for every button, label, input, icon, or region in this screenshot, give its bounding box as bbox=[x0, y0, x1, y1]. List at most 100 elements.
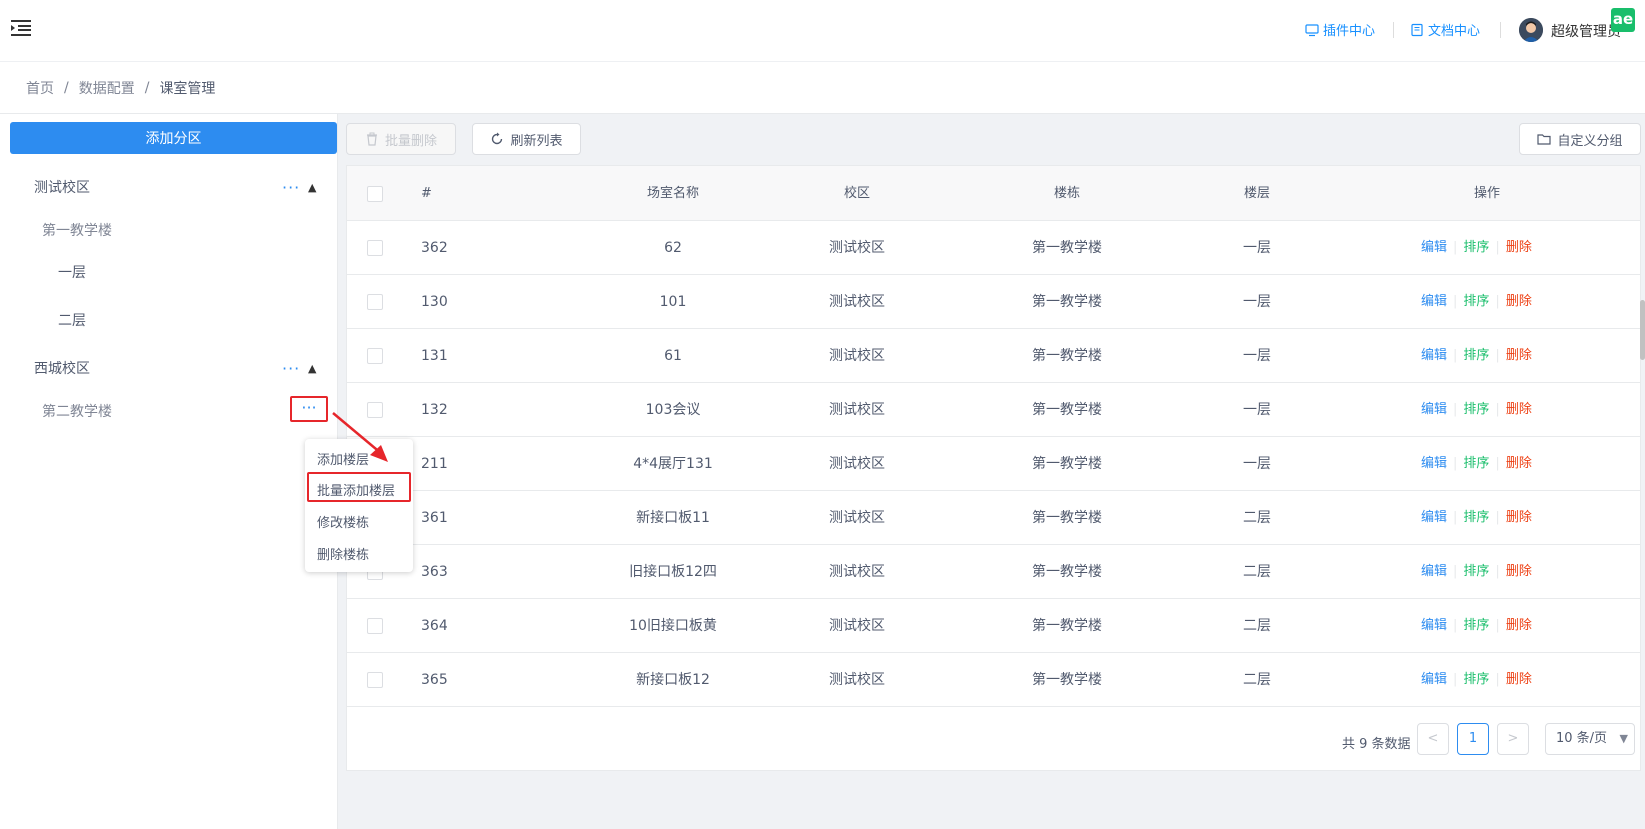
tree-node-campus[interactable]: 测试校区 ··· ▲ bbox=[0, 171, 338, 203]
action-divider: | bbox=[1453, 564, 1458, 579]
building-actions-dropdown: 添加楼层 批量添加楼层 修改楼栋 删除楼栋 bbox=[305, 439, 413, 572]
sort-link[interactable]: 排序 bbox=[1463, 348, 1489, 363]
page-size-select[interactable]: 10 条/页 ▼ bbox=[1545, 723, 1635, 755]
corner-badge[interactable]: ae bbox=[1611, 8, 1635, 32]
page-scrollbar[interactable] bbox=[1640, 300, 1645, 360]
edit-link[interactable]: 编辑 bbox=[1421, 456, 1447, 471]
dropdown-item-batch-add-floor[interactable]: 批量添加楼层 bbox=[317, 480, 395, 499]
doc-center-link[interactable]: 文档中心 bbox=[1410, 20, 1480, 39]
sort-link[interactable]: 排序 bbox=[1463, 564, 1489, 579]
sort-link[interactable]: 排序 bbox=[1463, 456, 1489, 471]
row-actions: 编辑 | 排序 | 删除 bbox=[1421, 491, 1532, 545]
row-checkbox[interactable] bbox=[367, 672, 383, 688]
column-header-campus: 校区 bbox=[843, 186, 870, 201]
tree-node-building[interactable]: 第二教学楼 ··· bbox=[0, 395, 338, 427]
cell-campus: 测试校区 bbox=[829, 618, 885, 634]
more-options-icon[interactable]: ··· bbox=[290, 396, 328, 422]
tree-node-floor[interactable]: 一层 bbox=[0, 256, 338, 288]
breadcrumb-separator: / bbox=[64, 79, 69, 96]
tree-node-campus[interactable]: 西城校区 ··· ▲ bbox=[0, 352, 338, 384]
row-checkbox[interactable] bbox=[367, 618, 383, 634]
breadcrumb-data-config[interactable]: 数据配置 bbox=[79, 78, 135, 98]
custom-group-button[interactable]: 自定义分组 bbox=[1519, 123, 1641, 155]
tree-node-building[interactable]: 第一教学楼 bbox=[0, 214, 338, 246]
dropdown-item-delete-building[interactable]: 删除楼栋 bbox=[317, 544, 369, 563]
cell-name: 4*4展厅131 bbox=[633, 456, 713, 472]
sort-link[interactable]: 排序 bbox=[1463, 618, 1489, 633]
cell-name: 61 bbox=[664, 348, 682, 364]
cell-campus: 测试校区 bbox=[829, 564, 885, 580]
edit-link[interactable]: 编辑 bbox=[1421, 672, 1447, 687]
edit-link[interactable]: 编辑 bbox=[1421, 564, 1447, 579]
cell-floor: 二层 bbox=[1243, 618, 1271, 634]
avatar[interactable] bbox=[1519, 18, 1543, 42]
more-options-icon[interactable]: ··· bbox=[282, 359, 300, 378]
add-zone-button[interactable]: 添加分区 bbox=[10, 122, 337, 154]
sort-link[interactable]: 排序 bbox=[1463, 510, 1489, 525]
action-divider: | bbox=[1495, 564, 1500, 579]
action-divider: | bbox=[1495, 348, 1500, 363]
row-checkbox[interactable] bbox=[367, 348, 383, 364]
delete-link[interactable]: 删除 bbox=[1506, 456, 1532, 471]
delete-link[interactable]: 删除 bbox=[1506, 618, 1532, 633]
delete-link[interactable]: 删除 bbox=[1506, 510, 1532, 525]
edit-link[interactable]: 编辑 bbox=[1421, 510, 1447, 525]
menu-collapse-icon[interactable] bbox=[10, 17, 32, 39]
breadcrumb-current: 课室管理 bbox=[159, 80, 216, 97]
row-checkbox[interactable] bbox=[367, 402, 383, 418]
plugin-center-label: 插件中心 bbox=[1323, 24, 1376, 39]
sort-link[interactable]: 排序 bbox=[1463, 672, 1489, 687]
custom-group-label: 自定义分组 bbox=[1557, 133, 1623, 149]
delete-link[interactable]: 删除 bbox=[1506, 294, 1532, 309]
breadcrumb-home[interactable]: 首页 bbox=[26, 78, 54, 98]
cell-id: 131 bbox=[421, 348, 448, 364]
edit-link[interactable]: 编辑 bbox=[1421, 618, 1447, 633]
select-all-checkbox[interactable] bbox=[367, 186, 383, 202]
sort-link[interactable]: 排序 bbox=[1463, 240, 1489, 255]
edit-link[interactable]: 编辑 bbox=[1421, 348, 1447, 363]
monitor-icon bbox=[1305, 23, 1319, 36]
delete-link[interactable]: 删除 bbox=[1506, 348, 1532, 363]
table-header: # 场室名称 校区 楼栋 楼层 操作 bbox=[347, 166, 1640, 221]
edit-link[interactable]: 编辑 bbox=[1421, 294, 1447, 309]
sort-link[interactable]: 排序 bbox=[1463, 402, 1489, 417]
cell-building: 第一教学楼 bbox=[1032, 294, 1102, 310]
cell-id: 130 bbox=[421, 294, 448, 310]
cell-id: 364 bbox=[421, 618, 448, 634]
tree-node-floor[interactable]: 二层 bbox=[0, 304, 338, 336]
tree-node-label: 一层 bbox=[58, 265, 86, 281]
cell-campus: 测试校区 bbox=[829, 456, 885, 472]
page-number-button[interactable]: 1 bbox=[1457, 723, 1489, 755]
edit-link[interactable]: 编辑 bbox=[1421, 402, 1447, 417]
row-actions: 编辑 | 排序 | 删除 bbox=[1421, 383, 1532, 437]
edit-link[interactable]: 编辑 bbox=[1421, 240, 1447, 255]
refresh-list-button[interactable]: 刷新列表 bbox=[472, 123, 581, 155]
action-divider: | bbox=[1495, 456, 1500, 471]
sort-link[interactable]: 排序 bbox=[1463, 294, 1489, 309]
action-divider: | bbox=[1453, 402, 1458, 417]
dropdown-item-edit-building[interactable]: 修改楼栋 bbox=[317, 512, 369, 531]
chevron-up-icon[interactable]: ▲ bbox=[308, 362, 316, 375]
batch-delete-button[interactable]: 批量删除 bbox=[346, 123, 456, 155]
column-header-building: 楼栋 bbox=[1053, 186, 1080, 201]
dropdown-item-add-floor[interactable]: 添加楼层 bbox=[317, 449, 369, 468]
row-checkbox[interactable] bbox=[367, 240, 383, 256]
delete-link[interactable]: 删除 bbox=[1506, 564, 1532, 579]
row-checkbox[interactable] bbox=[367, 294, 383, 310]
delete-link[interactable]: 删除 bbox=[1506, 672, 1532, 687]
action-divider: | bbox=[1495, 510, 1500, 525]
row-actions: 编辑 | 排序 | 删除 bbox=[1421, 275, 1532, 329]
cell-building: 第一教学楼 bbox=[1032, 564, 1102, 580]
prev-page-button[interactable]: < bbox=[1417, 723, 1449, 755]
table-row: 365 新接口板12 测试校区 第一教学楼 二层 编辑 | 排序 | 删除 bbox=[347, 653, 1640, 707]
plugin-center-link[interactable]: 插件中心 bbox=[1305, 20, 1375, 39]
cell-floor: 一层 bbox=[1243, 294, 1271, 310]
next-page-button[interactable]: > bbox=[1497, 723, 1529, 755]
delete-link[interactable]: 删除 bbox=[1506, 240, 1532, 255]
tree-node-label: 第二教学楼 bbox=[42, 404, 112, 420]
more-options-icon[interactable]: ··· bbox=[282, 178, 300, 197]
chevron-up-icon[interactable]: ▲ bbox=[308, 181, 316, 194]
delete-link[interactable]: 删除 bbox=[1506, 402, 1532, 417]
cell-campus: 测试校区 bbox=[829, 510, 885, 526]
cell-building: 第一教学楼 bbox=[1032, 672, 1102, 688]
